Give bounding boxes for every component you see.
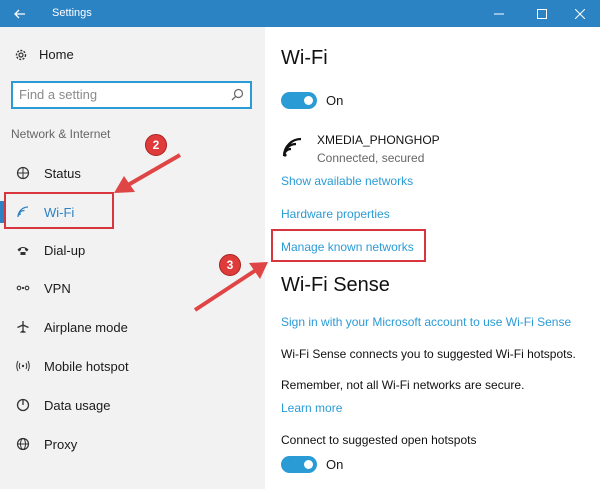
wifi-signal-icon — [281, 133, 307, 165]
sidebar-item-mobile-hotspot[interactable]: Mobile hotspot — [0, 351, 265, 381]
sidebar-item-label: VPN — [44, 280, 71, 296]
home-link[interactable]: Home — [13, 47, 74, 62]
wifi-sense-title: Wi-Fi Sense — [281, 274, 390, 296]
sign-in-microsoft-link[interactable]: Sign in with your Microsoft account to u… — [281, 315, 571, 329]
gear-icon — [13, 48, 29, 62]
manage-networks-highlight-box — [271, 229, 426, 262]
maximize-button[interactable] — [525, 0, 559, 27]
network-name: XMEDIA_PHONGHOP — [317, 133, 440, 147]
hotspots-toggle-state: On — [326, 457, 344, 472]
hotspots-toggle[interactable]: On — [281, 456, 343, 473]
globe-icon — [13, 437, 33, 451]
hardware-properties-link[interactable]: Hardware properties — [281, 207, 390, 221]
search-icon — [231, 88, 244, 106]
wifi-toggle-switch[interactable] — [281, 92, 317, 109]
window-title: Settings — [52, 7, 92, 19]
search-input[interactable] — [19, 87, 219, 102]
sidebar-item-proxy[interactable]: Proxy — [0, 429, 265, 459]
wifi-highlight-box — [4, 192, 114, 229]
vpn-icon — [13, 281, 33, 295]
close-button[interactable] — [563, 0, 597, 27]
step-badge-2: 2 — [145, 134, 167, 156]
sidebar-item-label: Status — [44, 165, 81, 181]
sidebar-item-label: Airplane mode — [44, 319, 128, 335]
sidebar-item-label: Data usage — [44, 397, 111, 413]
section-title: Network & Internet — [11, 127, 111, 141]
wifi-sense-warning: Remember, not all Wi-Fi networks are sec… — [281, 378, 525, 392]
wifi-sense-description: Wi-Fi Sense connects you to suggested Wi… — [281, 347, 576, 361]
search-box[interactable] — [11, 81, 252, 109]
learn-more-link[interactable]: Learn more — [281, 401, 342, 415]
minimize-icon — [494, 13, 504, 14]
show-available-networks-link[interactable]: Show available networks — [281, 174, 413, 188]
back-arrow-icon — [14, 9, 25, 18]
sidebar-item-label: Mobile hotspot — [44, 358, 129, 374]
step-badge-3: 3 — [219, 254, 241, 276]
title-bar: Settings — [0, 0, 600, 27]
close-icon — [575, 8, 585, 19]
hotspots-label: Connect to suggested open hotspots — [281, 433, 477, 447]
current-network[interactable]: XMEDIA_PHONGHOP Connected, secured — [281, 133, 440, 165]
sidebar-item-airplane-mode[interactable]: Airplane mode — [0, 312, 265, 342]
sidebar-item-data-usage[interactable]: Data usage — [0, 390, 265, 420]
hotspot-icon — [13, 359, 33, 373]
back-button[interactable] — [0, 0, 40, 27]
sidebar-item-status[interactable]: Status — [0, 158, 265, 188]
minimize-button[interactable] — [482, 0, 516, 27]
airplane-icon — [13, 320, 33, 334]
wifi-toggle-state: On — [326, 93, 344, 108]
globe-status-icon — [13, 166, 33, 180]
phone-icon — [13, 243, 33, 257]
data-usage-icon — [13, 398, 33, 412]
wifi-toggle[interactable]: On — [281, 92, 343, 109]
network-status: Connected, secured — [317, 151, 425, 165]
page-title: Wi-Fi — [281, 47, 328, 69]
sidebar-item-label: Proxy — [44, 436, 78, 452]
maximize-icon — [537, 8, 547, 19]
sidebar-item-label: Dial-up — [44, 242, 86, 258]
home-label: Home — [39, 47, 74, 62]
hotspots-toggle-switch[interactable] — [281, 456, 317, 473]
sidebar-item-vpn[interactable]: VPN — [0, 273, 265, 303]
